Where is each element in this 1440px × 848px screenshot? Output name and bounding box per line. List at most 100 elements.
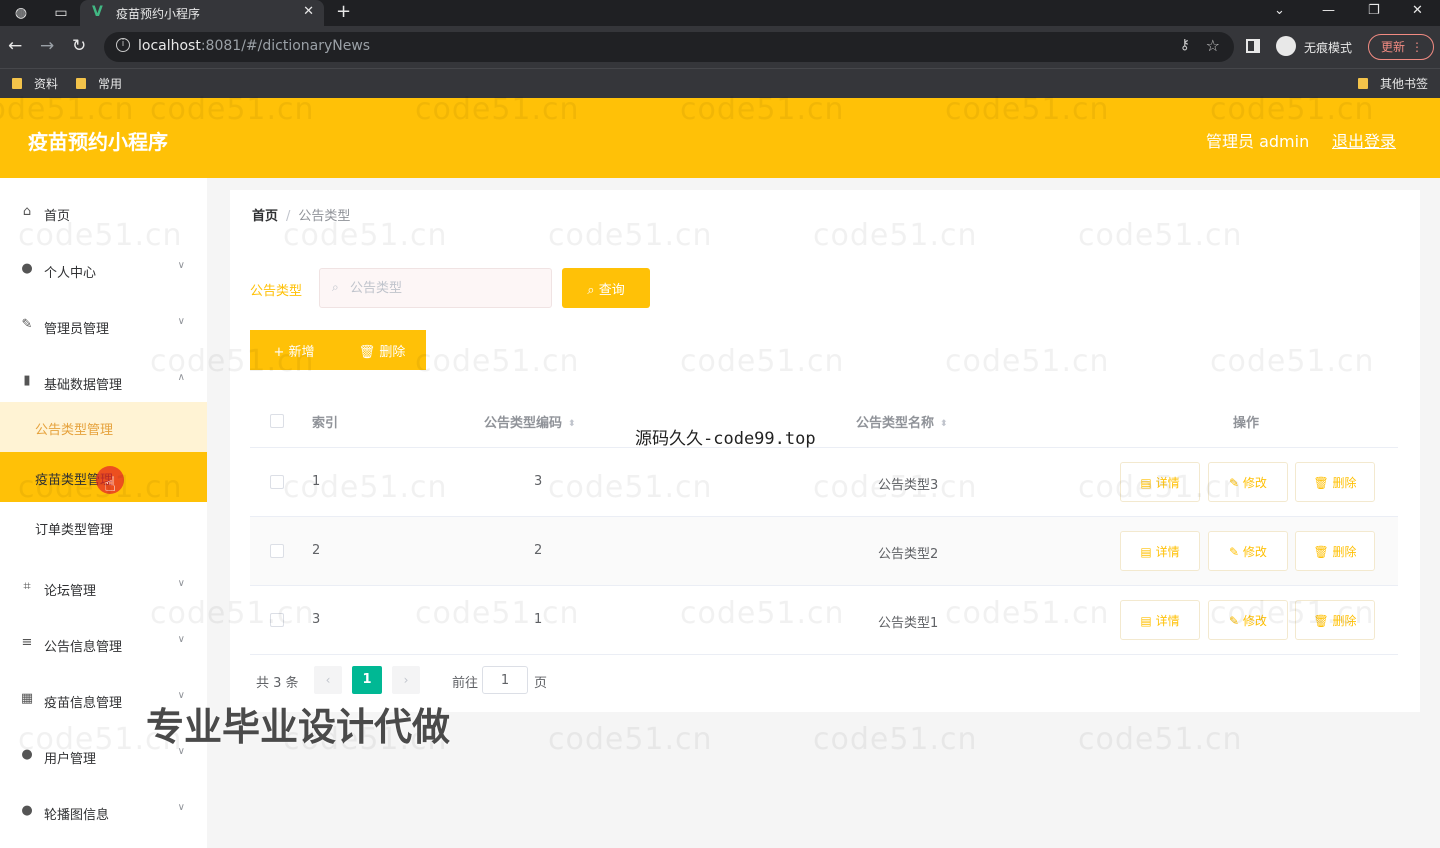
tab-list-chevron-icon[interactable]: ⌄ [1274,3,1285,18]
breadcrumb-current: 公告类型 [298,209,351,224]
sidebar-item-label: 个人中心 [44,266,97,281]
user-icon: ● [21,803,33,818]
sidebar-subitem-order-type[interactable]: 订单类型管理 [0,502,207,552]
search-field[interactable]: ⌕ [319,268,552,308]
browser-tab-bar: ◍ ▭ V 疫苗预约小程序 ✕ + ⌄ — ❐ ✕ [0,0,1440,26]
cell-code: 2 [534,543,543,558]
edit-button[interactable]: ✎ 修改 [1208,600,1288,640]
sidebar-item-carousel[interactable]: ● 轮播图信息 ∨ [0,785,207,835]
breadcrumb: 首页 / 公告类型 [252,205,350,224]
sidebar-subitem-notice-type[interactable]: 公告类型管理 [0,402,207,452]
home-icon: ⌂ [22,204,32,219]
reload-icon[interactable]: ↻ [72,36,86,56]
password-key-icon[interactable]: ⚷ [1180,37,1190,53]
watermark: code51.cn [1078,722,1243,757]
row-checkbox[interactable] [270,613,284,627]
app-title: 疫苗预约小程序 [28,130,168,154]
edit-button[interactable]: ✎ 修改 [1208,531,1288,571]
sidebar-item-home[interactable]: ⌂ 首页 [0,186,207,236]
sort-icon[interactable]: ⬍ [940,419,948,429]
app-header: 疫苗预约小程序 管理员 admin 退出登录 [0,98,1440,178]
browser-update-button[interactable]: 更新 ⋮ [1368,34,1434,60]
search-button[interactable]: ⌕ 查询 [562,268,650,308]
other-bookmarks-folder[interactable]: 其他书签 [1358,75,1428,92]
side-panel-icon[interactable] [1246,39,1260,53]
sidebar-item-base-data[interactable]: ▮ 基础数据管理 ∧ [0,355,207,405]
incognito-icon [1276,36,1296,56]
goto-page-input[interactable] [482,666,528,694]
user-icon: ● [21,747,33,762]
site-info-icon[interactable]: i [116,38,130,52]
table-row: 2 2 公告类型2 ▤ 详情 ✎ 修改 🗑 删除 [250,517,1398,586]
close-tab-icon[interactable]: ✕ [303,4,314,19]
edit-button[interactable]: ✎ 修改 [1208,462,1288,502]
edit-icon: ✎ [21,317,33,332]
forward-icon[interactable]: → [40,36,54,56]
address-bar[interactable]: i localhost:8081/#/dictionaryNews ⚷ ☆ [104,32,1234,62]
more-vert-icon: ⋮ [1411,40,1423,54]
bookmark-folder[interactable]: 资料 [12,75,58,92]
sidebar-item-label: 基础数据管理 [44,378,123,393]
vue-favicon-icon: V [92,4,103,20]
detail-button[interactable]: ▤ 详情 [1120,600,1200,640]
row-checkbox[interactable] [270,475,284,489]
incognito-label: 无痕模式 [1304,41,1353,55]
browser-tab[interactable]: V 疫苗预约小程序 ✕ [80,0,324,26]
add-button[interactable]: + 新增 [250,330,338,370]
pagination-total: 共 3 条 [256,676,299,691]
search-input[interactable] [350,278,540,298]
window-close-icon[interactable]: ✕ [1412,3,1423,18]
bookmark-star-icon[interactable]: ☆ [1206,36,1220,55]
select-all-checkbox[interactable] [270,414,284,428]
breadcrumb-home[interactable]: 首页 [252,209,278,224]
sidebar-item-notices[interactable]: ≡ 公告信息管理 ∨ [0,617,207,667]
cell-index: 2 [312,543,321,558]
chevron-down-icon: ∨ [177,578,185,589]
sidebar-subitem-label: 公告类型管理 [35,423,114,438]
goto-label: 前往 [452,676,479,691]
cell-name: 公告类型3 [878,478,939,493]
column-header-code[interactable]: 公告类型编码 ⬍ [484,412,576,431]
sort-icon[interactable]: ⬍ [568,419,576,429]
table-header: 索引 公告类型编码 ⬍ 公告类型名称 ⬍ 操作 [250,394,1398,448]
column-header-name[interactable]: 公告类型名称 ⬍ [856,412,948,431]
prev-page-icon[interactable]: ‹ [314,666,342,694]
detail-button[interactable]: ▤ 详情 [1120,531,1200,571]
browser-menu-icon[interactable]: ◍ [12,4,30,22]
cell-name: 公告类型1 [878,616,939,631]
chart-icon: ▮ [23,373,31,388]
restore-icon[interactable]: ❐ [1368,3,1380,18]
sidebar-item-label: 轮播图信息 [44,808,110,823]
batch-delete-button[interactable]: 🗑 删除 [338,330,426,370]
banner-overlay: 专业毕业设计代做 [146,705,451,749]
sidebar-item-label: 论坛管理 [44,584,97,599]
next-page-icon[interactable]: › [392,666,420,694]
logout-link[interactable]: 退出登录 [1332,128,1396,152]
bookmarks-bar: 资料 常用 其他书签 [0,68,1440,98]
page-number-current[interactable]: 1 [352,666,382,694]
back-icon[interactable]: ← [8,36,22,56]
caption-overlay: 源码久久-code99.top [635,429,816,449]
hand-cursor-icon: ☝ [104,472,117,496]
grid-icon: ▦ [20,691,34,706]
cell-index: 1 [312,474,321,489]
new-tab-icon[interactable]: + [336,1,351,22]
bookmark-folder[interactable]: 常用 [76,75,122,92]
folder-icon [1358,78,1368,89]
delete-button[interactable]: 🗑 删除 [1295,600,1375,640]
table-row: 1 3 公告类型3 ▤ 详情 ✎ 修改 🗑 删除 [250,448,1398,517]
row-checkbox[interactable] [270,544,284,558]
cell-index: 3 [312,612,321,627]
sidebar-item-profile[interactable]: ● 个人中心 ∨ [0,243,207,293]
tab-search-icon[interactable]: ▭ [52,4,70,22]
folder-icon [76,78,86,89]
sidebar-item-forum[interactable]: ⌗ 论坛管理 ∨ [0,561,207,611]
delete-button[interactable]: 🗑 删除 [1295,462,1375,502]
sidebar-item-admins[interactable]: ✎ 管理员管理 ∨ [0,299,207,349]
folder-icon [12,78,22,89]
minimize-icon[interactable]: — [1322,3,1335,18]
detail-button[interactable]: ▤ 详情 [1120,462,1200,502]
delete-button[interactable]: 🗑 删除 [1295,531,1375,571]
cell-code: 3 [534,474,543,489]
url-text: localhost:8081/#/dictionaryNews [138,38,371,54]
